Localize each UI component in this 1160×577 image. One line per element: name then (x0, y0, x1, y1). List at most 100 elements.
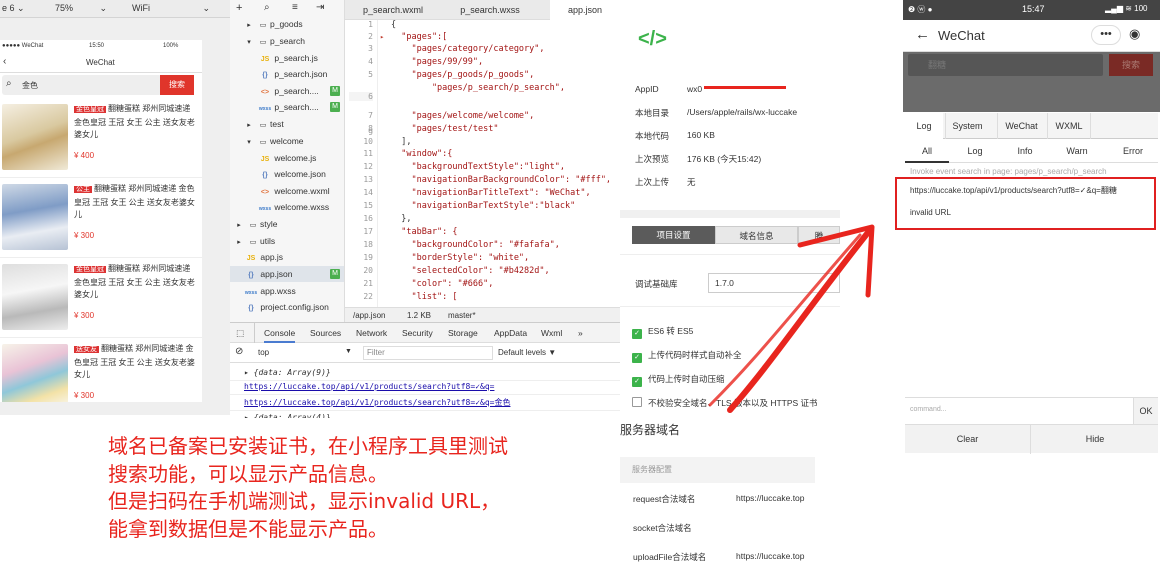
tree-item-selected[interactable]: {} app.json M (230, 266, 344, 282)
editor-tab-active[interactable]: app.json (550, 0, 620, 20)
code-editor[interactable]: ▸ 1 { 2 "pages":[ 3 "pages/category/categ… (345, 20, 620, 307)
vconsole-tab-active[interactable]: Log (905, 113, 943, 139)
vconsole-tab[interactable]: WeChat (997, 113, 1045, 139)
collapse-icon[interactable]: ⇥ (316, 2, 324, 13)
devtools-tab[interactable]: Storage (448, 323, 478, 343)
tree-item[interactable]: ▸ ▭ style (232, 216, 277, 232)
device-select[interactable]: e 6 ⌄ (0, 3, 45, 14)
tree-item[interactable]: {} project.config.json (244, 299, 329, 315)
product-item[interactable]: 公主 翻糖蛋糕 郑州同城速递 金色皇冠 王冠 女王 公主 送女友老婆女儿 ¥ 30… (0, 180, 202, 258)
json-file-icon: {} (262, 172, 268, 179)
js-file-icon: JS (246, 255, 256, 262)
clear-button[interactable]: Clear (905, 425, 1031, 454)
phone-search-button[interactable]: 搜索 (1109, 54, 1153, 76)
devtools-tab[interactable]: AppData (494, 323, 527, 343)
last-preview-label: 上次预览 (635, 154, 670, 164)
console-object[interactable]: ▸ {data: Array(4)} (230, 410, 620, 418)
clear-console-icon[interactable]: ⊘ (235, 346, 243, 357)
line-number: 18 (363, 240, 373, 249)
tree-item[interactable]: ▾ ▭ welcome (242, 133, 303, 149)
tree-item[interactable]: ▸ ▭ utils (232, 233, 275, 249)
devtools-tab[interactable]: Network (356, 323, 387, 343)
tree-item[interactable]: ▸ ▭ test (242, 116, 283, 132)
line-number: 21 (363, 279, 373, 288)
devtools-tab[interactable]: Sources (310, 323, 341, 343)
editor-tab[interactable]: p_search.wxss (450, 0, 530, 20)
network-select[interactable]: WiFi ⌄ (120, 3, 220, 14)
tree-item[interactable]: JS welcome.js (258, 150, 317, 166)
product-tag: 金色皇冠 (74, 266, 106, 273)
tree-item[interactable]: wxss p_search.... M (258, 99, 344, 115)
tree-item[interactable]: <> p_search.... M (258, 83, 344, 99)
phone-battery: ▂▄▆ ≋ 100 (1105, 4, 1148, 13)
product-item[interactable]: 金色皇冠 翻糖蛋糕 郑州同城速递 金色皇冠 王冠 女王 公主 送女友老婆女儿 ¥ … (0, 100, 202, 178)
devtools-tab[interactable]: Wxml (541, 323, 562, 343)
inspect-icon[interactable]: ⬚ (236, 323, 244, 343)
console-filter-input[interactable]: Filter (363, 346, 493, 360)
ok-button[interactable]: OK (1133, 398, 1158, 424)
close-circle-icon[interactable]: ◉ (1129, 26, 1140, 42)
tree-item[interactable]: wxss welcome.wxss (258, 199, 329, 215)
line-number: 22 (363, 292, 373, 301)
levels-select[interactable]: Default levels ▼ (498, 348, 556, 357)
log-filter-info[interactable]: Info (1005, 139, 1045, 163)
command-input[interactable]: command... (910, 406, 947, 413)
log-filter-warn[interactable]: Warn (1057, 139, 1097, 163)
log-invoke-line: Invoke event search in page: pages/p_sea… (910, 167, 1107, 176)
tree-item[interactable]: {} p_search.json (258, 66, 327, 82)
line-number: 17 (363, 227, 373, 236)
tree-item[interactable]: JS app.js (244, 249, 283, 265)
log-filter-log[interactable]: Log (955, 139, 995, 163)
json-file-icon: {} (248, 272, 254, 279)
vconsole-log: Invoke event search in page: pages/p_sea… (895, 163, 1158, 397)
devtools-tab-active[interactable]: Console (264, 323, 296, 343)
json-file-icon: {} (248, 305, 254, 312)
tree-item[interactable]: ▾ ▭ p_search (242, 33, 305, 49)
log-url-line: https://luccake.top/api/v1/products/sear… (910, 186, 1117, 195)
tree-item[interactable]: <> welcome.wxml (258, 183, 330, 199)
product-price: ¥ 400 (74, 151, 95, 160)
product-item[interactable]: 送女友 翻糖蛋糕 郑州同城速递 金色皇冠 王冠 女王 公主 送女友老婆女儿 ¥ 3… (0, 340, 202, 402)
search-files-icon[interactable]: ⌕ (264, 2, 270, 13)
line-number: 19 (363, 253, 373, 262)
sim-search-button[interactable]: 搜索 (160, 75, 194, 95)
vconsole-tab[interactable]: WXML (1047, 113, 1091, 139)
tree-item[interactable]: ▸ ▭ p_goods (242, 16, 302, 32)
simulator-screen: ●●●●● WeChat 15:50 100% ‹ WeChat ⌕ 金色 搜索… (0, 40, 202, 402)
annotation-line: 搜索功能，可以显示产品信息。 (108, 461, 388, 486)
more-icon[interactable]: ••• (1091, 25, 1121, 45)
console-link[interactable]: https://luccake.top/api/v1/products/sear… (230, 379, 620, 395)
code-line: "navigationBarBackgroundColor": "#fff", (391, 175, 612, 185)
sim-search-input[interactable]: ⌕ 金色 (2, 75, 162, 95)
devtools-tab-more[interactable]: » (578, 323, 583, 343)
vconsole-tab[interactable]: System (945, 113, 989, 139)
checkbox-checked-icon: ✓ (632, 353, 642, 363)
hide-button[interactable]: Hide (1032, 425, 1158, 454)
tree-item[interactable]: wxss app.wxss (244, 283, 296, 299)
log-filter-all[interactable]: All (905, 139, 949, 163)
tree-item[interactable]: {} welcome.json (258, 166, 326, 182)
phone-search-input[interactable]: 翻糖 (908, 54, 1103, 76)
devtools-tab[interactable]: Security (402, 323, 433, 343)
line-number: 7 (368, 111, 373, 120)
add-file-icon[interactable]: + (236, 2, 242, 14)
editor-tab[interactable]: p_search.wxml (353, 0, 433, 20)
code-line: "navigationBarTextStyle":"black" (391, 201, 576, 211)
back-arrow-icon[interactable]: ← (915, 26, 930, 43)
product-title: 翻糖蛋糕 郑州同城速递 金色皇冠 王冠 女王 公主 送女友老婆女儿 (74, 184, 195, 219)
annotation-note: 域名已备案已安装证书，在小程序工具里测试 搜索功能，可以显示产品信息。 但是扫码… (108, 433, 508, 543)
context-select[interactable]: top (258, 348, 269, 357)
list-icon[interactable]: ≡ (292, 2, 298, 13)
sim-navbar: ‹ WeChat (0, 53, 202, 73)
code-line: "navigationBarTitleText": "WeChat", (391, 188, 591, 198)
log-filter-error[interactable]: Error (1111, 139, 1155, 163)
console-link[interactable]: https://luccake.top/api/v1/products/sear… (230, 395, 620, 411)
tree-item[interactable]: JS p_search.js (258, 50, 318, 66)
code-line: "borderStyle": "white", (391, 253, 530, 263)
option-es6[interactable]: ✓ ES6 转 ES5 (632, 325, 693, 339)
product-item[interactable]: 金色皇冠 翻糖蛋糕 郑州同城速递 金色皇冠 王冠 女王 公主 送女友老婆女儿 ¥ … (0, 260, 202, 338)
back-icon[interactable]: ‹ (3, 56, 6, 67)
tree-item-label: welcome.wxss (274, 202, 330, 212)
zoom-select[interactable]: 75% ⌄ (45, 3, 120, 14)
code-line: }, (391, 214, 412, 224)
